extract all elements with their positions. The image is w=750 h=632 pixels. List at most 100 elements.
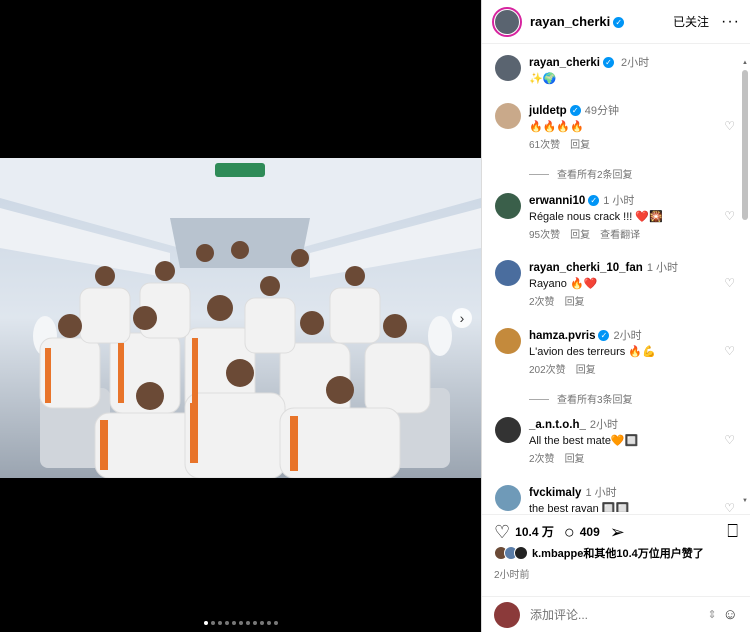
comment-text: L'avion des terreurs 🔥💪	[529, 346, 656, 358]
caption-username[interactable]: rayan_cherki	[529, 57, 600, 69]
commenter-avatar[interactable]	[495, 485, 521, 511]
carousel-dot[interactable]	[273, 621, 278, 625]
post-caption: rayan_cherki ✓ 2小时 ✨🌍	[495, 55, 735, 87]
carousel-dot[interactable]	[224, 621, 229, 625]
comment-like-count[interactable]: 2次赞	[529, 297, 555, 308]
scrollbar-thumb[interactable]	[742, 70, 748, 220]
post-side-panel: rayan_cherki ✓ 已关注 ··· rayan_cherki ✓ 2小时 …	[481, 0, 750, 632]
comment-meta: 2次赞 回复	[529, 452, 735, 468]
liked-by-row[interactable]: k.mbappe和其他10.4万位用户赞了	[494, 545, 740, 561]
like-count: 10.4 万	[515, 525, 554, 539]
comment-like-count[interactable]: 95次赞	[529, 230, 560, 241]
comment-like-heart-icon[interactable]: ♡	[724, 433, 735, 447]
team-photo-illustration	[0, 158, 481, 478]
heart-icon[interactable]: ♡	[494, 523, 510, 541]
commenter-avatar[interactable]	[495, 193, 521, 219]
comment-text: All the best mate🧡🔲	[529, 435, 639, 447]
commenter-username[interactable]: fvckimaly	[529, 487, 581, 499]
carousel-dot[interactable]	[266, 621, 271, 625]
comment-meta: 95次赞 回复 查看翻译	[529, 228, 735, 244]
comment-text: the best rayan 🔲🔲	[529, 503, 630, 512]
comment-meta: 2次赞 回复	[529, 295, 735, 311]
carousel-dot[interactable]	[245, 621, 250, 625]
share-action[interactable]: ➢	[610, 523, 630, 541]
author-username[interactable]: rayan_cherki ✓	[530, 14, 625, 29]
sort-arrows-icon[interactable]: ⇕	[707, 608, 716, 621]
comment-like-heart-icon[interactable]: ♡	[724, 119, 735, 133]
caption-time: 2小时	[621, 57, 650, 69]
liked-by-text[interactable]: k.mbappe和其他10.4万位用户赞了	[532, 545, 704, 561]
commenter-username[interactable]: _a.n.t.o.h_	[529, 419, 586, 431]
commenter-username[interactable]: hamza.pvris	[529, 330, 595, 342]
reply-button[interactable]: 回复	[565, 454, 585, 465]
reply-button[interactable]: 回复	[570, 230, 590, 241]
post-media: ›	[0, 0, 481, 632]
commenter-username[interactable]: rayan_cherki_10_fan	[529, 262, 643, 274]
comment-time: 1 小时	[585, 487, 617, 499]
liker-avatar	[514, 546, 528, 560]
posted-time: 2小时前	[494, 570, 530, 581]
commenter-avatar[interactable]	[495, 260, 521, 286]
comment-item: fvckimaly 1 小时 the best rayan 🔲🔲 ♡	[495, 485, 735, 512]
carousel-dot[interactable]	[210, 621, 215, 625]
carousel-dot[interactable]	[231, 621, 236, 625]
post-actions-bar: ♡ 10.4 万 ○ 409 ➢ ⎕	[482, 514, 750, 548]
comment-like-heart-icon[interactable]: ♡	[724, 344, 735, 358]
carousel-dot[interactable]	[238, 621, 243, 625]
comment-item: juldetp ✓ 49分钟 🔥🔥🔥🔥 61次赞 回复 ♡	[495, 103, 735, 154]
author-avatar[interactable]	[492, 6, 522, 37]
comment-time: 2小时	[613, 330, 642, 342]
current-user-avatar	[494, 601, 520, 628]
view-replies-button[interactable]: 查看所有2条回复	[529, 166, 633, 181]
scroll-down-icon[interactable]: ▼	[742, 498, 748, 504]
post-header: rayan_cherki ✓ 已关注 ···	[482, 0, 750, 44]
reply-button[interactable]: 回复	[565, 297, 585, 308]
comment-like-heart-icon[interactable]: ♡	[724, 209, 735, 223]
comment-like-count[interactable]: 2次赞	[529, 454, 555, 465]
comment-text: Rayano 🔥❤️	[529, 278, 598, 290]
emoji-icon[interactable]: ☺	[723, 606, 738, 623]
caption-avatar[interactable]	[495, 55, 521, 81]
following-button[interactable]: 已关注	[673, 13, 709, 30]
comment-item: erwanni10 ✓ 1 小时 Régale nous crack !!! ❤️🎇 9…	[495, 193, 735, 244]
comment-like-heart-icon[interactable]: ♡	[724, 276, 735, 290]
verified-badge-icon: ✓	[598, 330, 610, 341]
verified-badge-icon: ✓	[602, 57, 614, 68]
comments-list: rayan_cherki ✓ 2小时 ✨🌍 juldetp ✓ 49分钟 🔥🔥🔥🔥 61次…	[482, 45, 744, 512]
carousel-dot[interactable]	[252, 621, 257, 625]
comments-scrollbar[interactable]: ▲ ▼	[742, 60, 748, 510]
comment-meta: 202次赞 回复	[529, 363, 735, 379]
commenter-username[interactable]: erwanni10	[529, 195, 585, 207]
carousel-dot[interactable]	[217, 621, 222, 625]
reply-button[interactable]: 回复	[576, 365, 596, 376]
comment-count: 409	[579, 524, 600, 539]
carousel-dot[interactable]	[259, 621, 264, 625]
like-action[interactable]: ♡ 10.4 万	[494, 523, 554, 541]
comment-action[interactable]: ○ 409	[564, 523, 600, 541]
post-modal: › rayan_cherki ✓ 已关注 ··· rayan_cherki ✓ 2小…	[0, 0, 750, 632]
translate-button[interactable]: 查看翻译	[600, 230, 640, 241]
commenter-username[interactable]: juldetp	[529, 105, 567, 117]
carousel-dot[interactable]	[203, 621, 208, 625]
commenter-avatar[interactable]	[495, 417, 521, 443]
view-replies-button[interactable]: 查看所有3条回复	[529, 391, 633, 406]
verified-badge-icon: ✓	[588, 195, 600, 206]
commenter-avatar[interactable]	[495, 328, 521, 354]
comment-like-heart-icon[interactable]: ♡	[724, 501, 735, 512]
comment-time: 2小时	[589, 419, 618, 431]
reply-button[interactable]: 回复	[570, 140, 590, 151]
comment-bubble-icon[interactable]: ○	[564, 523, 575, 541]
carousel-next-button[interactable]: ›	[452, 308, 472, 328]
author-username-text: rayan_cherki	[530, 14, 611, 29]
more-options-icon[interactable]: ···	[721, 13, 740, 31]
comment-time: 1 小时	[603, 195, 635, 207]
bookmark-icon[interactable]: ⎕	[727, 521, 738, 542]
share-plane-icon[interactable]: ➢	[610, 523, 625, 541]
comment-item: _a.n.t.o.h_ 2小时 All the best mate🧡🔲 2次赞 回复 ♡	[495, 417, 735, 468]
add-comment-input[interactable]: 添加评论...	[530, 606, 707, 623]
commenter-avatar[interactable]	[495, 103, 521, 129]
scroll-up-icon[interactable]: ▲	[742, 60, 748, 66]
comment-like-count[interactable]: 61次赞	[529, 140, 560, 151]
post-photo[interactable]	[0, 158, 481, 478]
comment-like-count[interactable]: 202次赞	[529, 365, 566, 376]
